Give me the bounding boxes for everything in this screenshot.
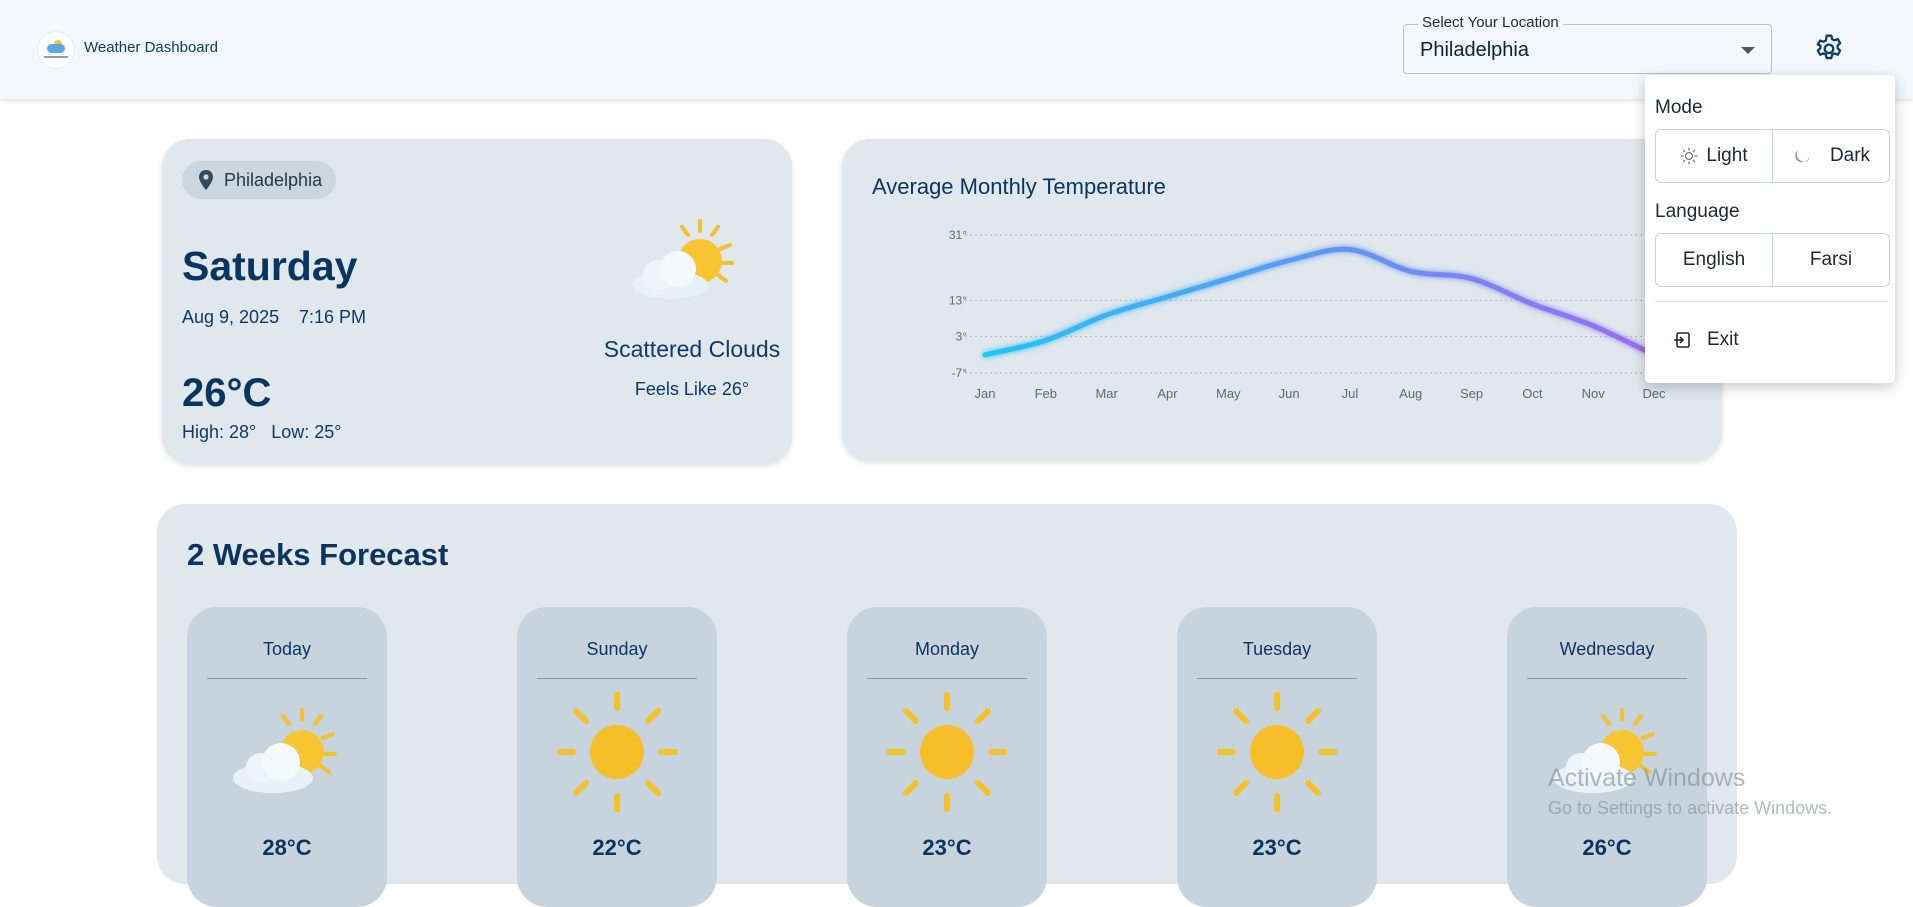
forecast-day-temp: 23°C [1252, 835, 1302, 860]
divider [207, 678, 367, 679]
weather-condition: Scattered Clouds [603, 336, 781, 362]
farsi-label: Farsi [1809, 249, 1853, 270]
forecast-day-name: Sunday [586, 639, 648, 659]
english-label: English [1682, 249, 1746, 270]
sun-icon [557, 692, 677, 812]
forecast-day-card[interactable]: Monday 23°C [847, 607, 1047, 907]
sun-outline-icon [1680, 147, 1698, 165]
current-time: 7:16 PM [299, 307, 367, 327]
activate-windows-subtitle: Go to Settings to activate Windows. [1548, 798, 1833, 818]
dark-mode-button[interactable]: Dark [1772, 130, 1889, 182]
top-app-bar: Weather Dashboard Select Your Location P… [0, 0, 1913, 99]
data-point [983, 353, 987, 357]
english-button[interactable]: English [1656, 234, 1772, 286]
settings-button[interactable] [1812, 32, 1846, 66]
x-tick-label: Apr [1157, 386, 1178, 401]
farsi-button[interactable]: Farsi [1772, 234, 1889, 286]
x-tick-label: Dec [1642, 386, 1666, 401]
y-tick-label: 31° [949, 228, 967, 242]
light-mode-button[interactable]: Light [1656, 130, 1772, 182]
forecast-day-card[interactable]: Wednesday 26°C [1507, 607, 1707, 907]
data-point [1287, 258, 1291, 262]
divider [867, 678, 1027, 679]
forecast-day-card[interactable]: Today 28°C [187, 607, 387, 907]
location-chip-label: Philadelphia [224, 169, 323, 190]
app-title: Weather Dashboard [84, 39, 218, 56]
x-tick-label: Jan [975, 386, 996, 401]
divider [1197, 678, 1357, 679]
feels-like: Feels Like 26° [634, 379, 750, 399]
y-tick-label: -7° [952, 366, 968, 380]
partly-cloudy-icon [1553, 708, 1657, 793]
data-point [1165, 295, 1169, 299]
forecast-day-name: Wednesday [1559, 639, 1655, 659]
forecast-day-name: Today [262, 639, 312, 659]
location-select-label: Select Your Location [1418, 14, 1563, 31]
x-tick-label: Oct [1522, 386, 1543, 401]
data-point [1591, 324, 1595, 328]
data-point [1409, 269, 1413, 273]
forecast-day-temp: 28°C [262, 835, 312, 860]
data-point [1348, 248, 1352, 252]
exit-label: Exit [1707, 329, 1739, 350]
temperature-series-line [982, 246, 1657, 358]
data-point [1105, 313, 1109, 317]
mode-label: Mode [1655, 97, 1703, 118]
light-mode-label: Light [1706, 145, 1748, 166]
high-low-temperature: High: 28° Low: 25° [182, 422, 342, 442]
x-tick-label: Mar [1095, 386, 1118, 401]
app-logo [37, 31, 75, 69]
x-tick-label: Sep [1460, 386, 1483, 401]
forecast-day-temp: 23°C [922, 835, 972, 860]
x-tick-label: Nov [1582, 386, 1606, 401]
language-toggle-group: English Farsi [1655, 233, 1890, 287]
data-point [1470, 277, 1474, 281]
current-temperature: 26°C [182, 371, 272, 415]
sun-icon [887, 692, 1007, 812]
forecast-card: 2 Weeks Forecast Today 28°C Sunday 22°C … [157, 504, 1737, 907]
partly-cloudy-icon [233, 708, 337, 793]
forecast-day-card[interactable]: Tuesday 23°C [1177, 607, 1377, 907]
divider [1527, 678, 1687, 679]
data-point [1226, 277, 1230, 281]
sun-icon [1217, 692, 1337, 812]
x-tick-label: Aug [1399, 386, 1422, 401]
y-tick-label: 13° [949, 293, 967, 307]
exit-icon [1674, 332, 1690, 348]
x-tick-label: May [1216, 386, 1241, 401]
mode-toggle-group: Light Dark [1655, 129, 1890, 183]
forecast-day-name: Monday [914, 639, 980, 659]
menu-divider [1655, 301, 1888, 302]
current-date: Aug 9, 2025 [182, 307, 280, 327]
temperature-line-chart: 31° 13° 3° -7° Jan Feb Mar Apr May Jun Jul Aug Sep Oc… [949, 228, 1674, 401]
chevron-down-icon [1741, 47, 1755, 54]
gear-icon [1816, 34, 1842, 60]
forecast-day-temp: 22°C [592, 835, 642, 860]
settings-menu: Mode Light Dark Language English Farsi E… [1645, 75, 1895, 383]
data-point [1044, 338, 1048, 342]
location-select-value: Philadelphia [1420, 39, 1529, 61]
x-tick-label: Jun [1279, 386, 1300, 401]
dark-mode-label: Dark [1829, 145, 1871, 166]
x-tick-label: Feb [1035, 386, 1057, 401]
monthly-temperature-chart-card: Average Monthly Temperature 31° 13° 3° -7° J… [842, 139, 1722, 461]
location-chip: Philadelphia [182, 161, 337, 199]
forecast-day-name: Tuesday [1242, 639, 1312, 659]
location-select[interactable]: Select Your Location Philadelphia [1403, 14, 1772, 74]
current-day: Saturday [182, 243, 358, 289]
activate-windows-title: Activate Windows [1548, 764, 1746, 792]
location-pin-icon [199, 170, 213, 190]
language-label: Language [1655, 201, 1740, 222]
exit-button[interactable]: Exit [1673, 329, 1739, 351]
moon-icon [1795, 150, 1810, 163]
forecast-day-temp: 26°C [1582, 835, 1632, 860]
y-tick-label: 3° [956, 330, 968, 344]
current-weather-card: Philadelphia Saturday Aug 9, 2025 7:16 P… [162, 139, 792, 464]
forecast-title: 2 Weeks Forecast [187, 537, 449, 572]
data-point [1530, 302, 1534, 306]
divider [537, 678, 697, 679]
forecast-day-card[interactable]: Sunday 22°C [517, 607, 717, 907]
partly-cloudy-icon [632, 219, 734, 299]
x-tick-label: Jul [1342, 386, 1359, 401]
